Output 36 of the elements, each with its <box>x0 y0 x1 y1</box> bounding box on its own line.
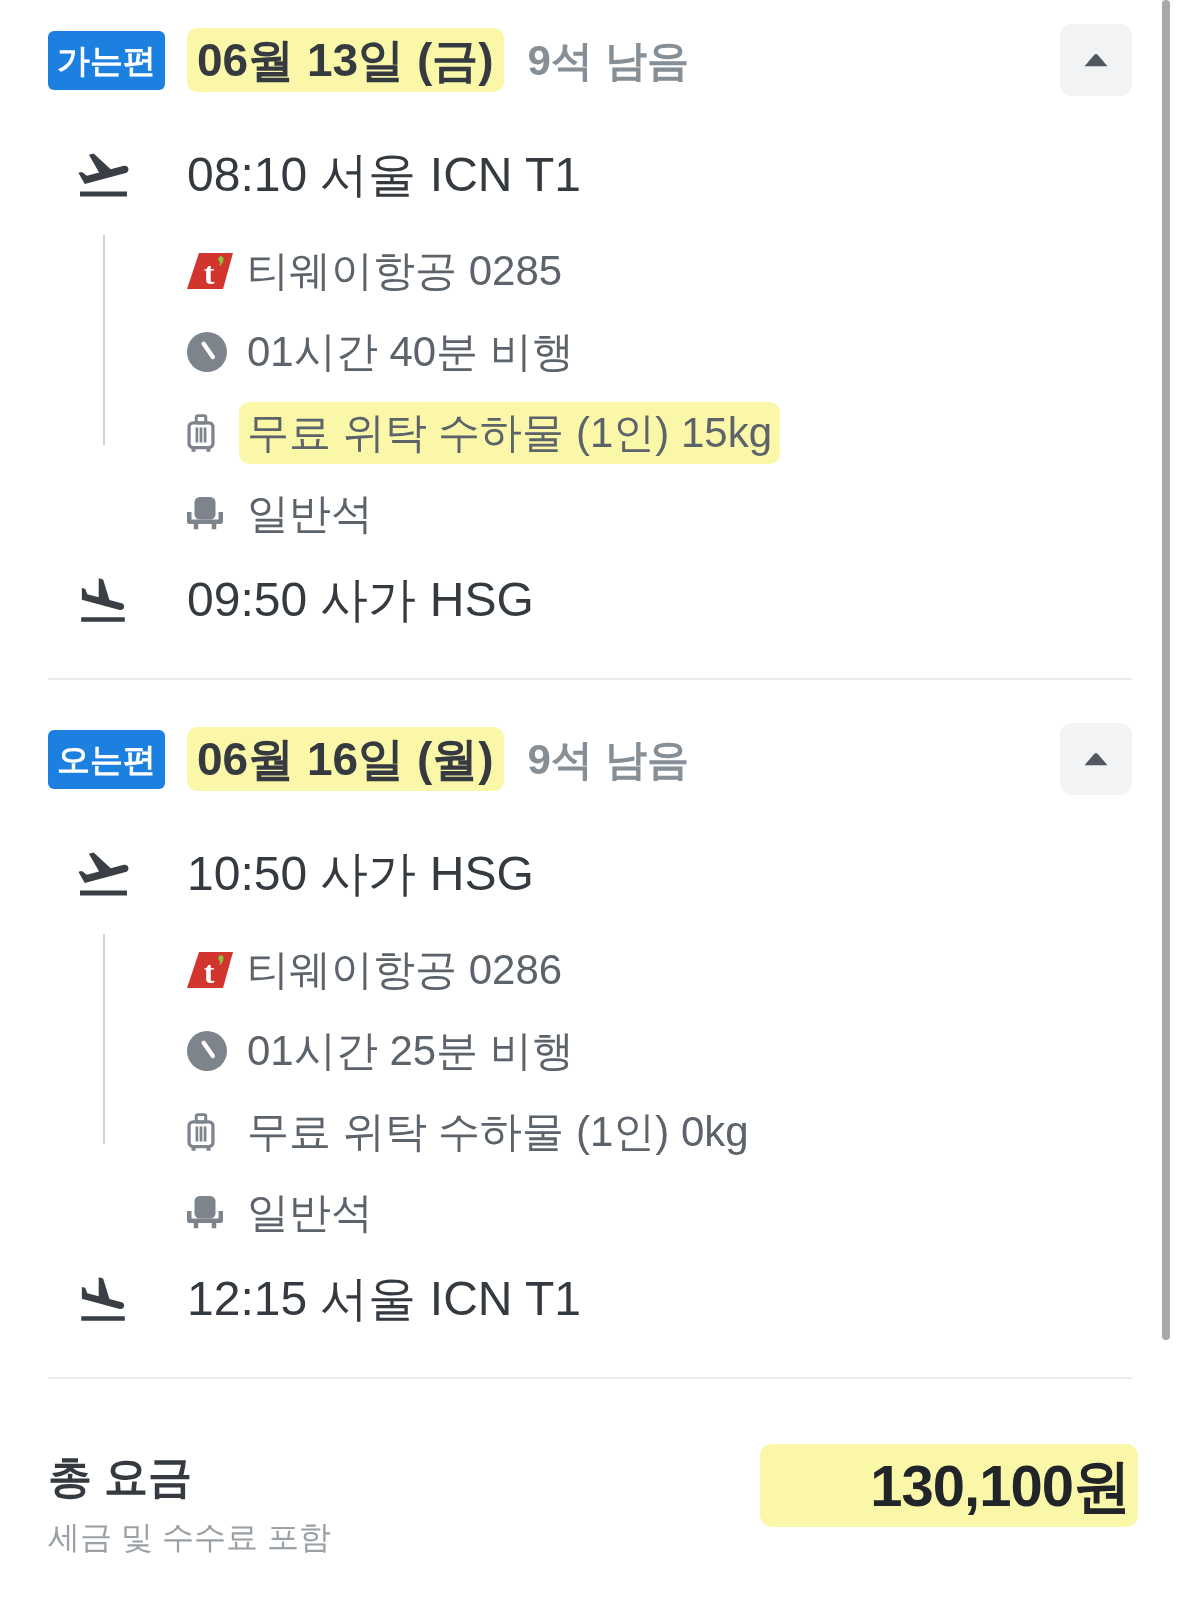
departure-text: 10:50 사가 HSG <box>187 846 534 902</box>
suitcase-icon <box>187 413 215 452</box>
clock-icon <box>187 1030 227 1071</box>
total-fare-label: 총 요금 <box>48 1451 194 1503</box>
flight-detail-text: 티웨이항공 0285 <box>246 245 564 296</box>
flight-detail-text: 무료 위탁 수하물 (1인) 0kg <box>246 1106 750 1157</box>
flight-detail-text: 일반석 <box>246 488 374 539</box>
airline-logo: t <box>187 951 233 988</box>
flight-detail-text: 01시간 40분 비행 <box>246 326 575 377</box>
direction-badge: 가는편 <box>48 30 165 90</box>
departure-text: 08:10 서울 ICN T1 <box>187 147 581 203</box>
seat-icon <box>187 497 223 530</box>
seats-left-text: 9석 남음 <box>527 35 689 86</box>
clock-icon <box>187 331 227 372</box>
arrival-text: 12:15 서울 ICN T1 <box>187 1271 581 1327</box>
takeoff-icon <box>77 153 129 197</box>
flight-detail-text: 티웨이항공 0286 <box>246 944 564 995</box>
suitcase-icon <box>187 1112 215 1151</box>
seat-icon <box>187 1196 223 1229</box>
seats-left-text: 9석 남음 <box>527 734 689 785</box>
caret-up-icon <box>1083 752 1109 766</box>
total-price: 130,100원 <box>760 1444 1138 1527</box>
tax-included-note: 세금 및 수수료 포함 <box>48 1518 331 1557</box>
direction-badge: 오는편 <box>48 729 165 789</box>
flight-date: 06월 13일 (금) <box>187 28 504 92</box>
flight-detail-text: 무료 위탁 수하물 (1인) 15kg <box>239 401 781 464</box>
flight-date: 06월 16일 (월) <box>187 727 504 791</box>
takeoff-icon <box>77 852 129 896</box>
airline-logo: t <box>187 252 233 289</box>
flight-detail-text: 일반석 <box>246 1187 374 1238</box>
caret-up-icon <box>1083 53 1109 67</box>
flight-detail-text: 01시간 25분 비행 <box>246 1025 575 1076</box>
scrollbar-thumb[interactable] <box>1162 0 1170 1340</box>
arrival-text: 09:50 사가 HSG <box>187 572 534 628</box>
collapse-button[interactable] <box>1060 723 1132 795</box>
collapse-button[interactable] <box>1060 24 1132 96</box>
